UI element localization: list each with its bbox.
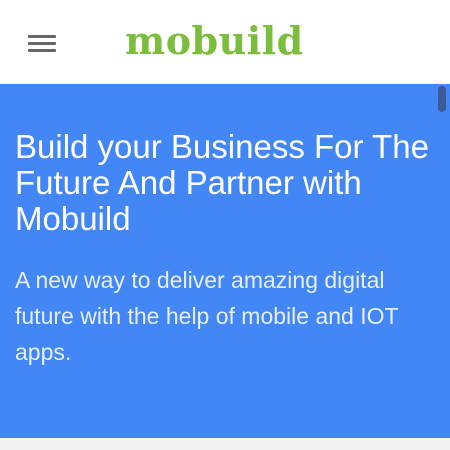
menu-line: [28, 42, 56, 45]
brand-logo[interactable]: mobuild: [125, 16, 304, 66]
hero-title: Build your Business For The Future And P…: [15, 128, 429, 237]
hero-subtitle: A new way to deliver amazing digital fut…: [15, 267, 399, 365]
menu-line: [28, 35, 56, 38]
top-header: mobuild: [0, 0, 450, 84]
menu-line: [28, 49, 56, 52]
hero-section: Build your Business For The Future And P…: [0, 84, 450, 438]
hamburger-menu-icon[interactable]: [28, 35, 56, 53]
scrollbar-thumb[interactable]: [438, 86, 446, 112]
page-bottom-edge: [0, 438, 450, 450]
